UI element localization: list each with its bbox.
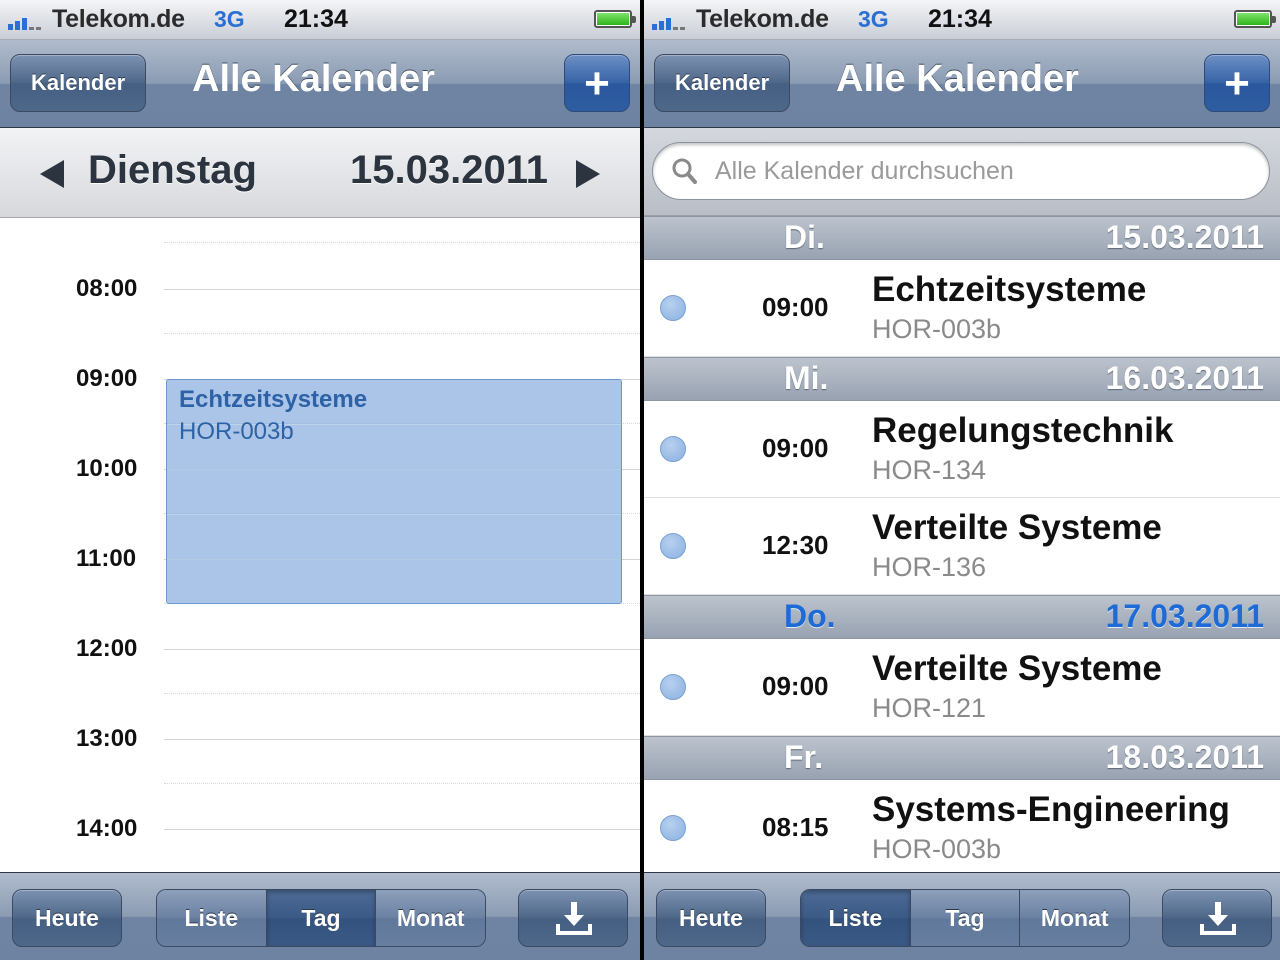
today-button[interactable]: Heute [12,889,122,947]
event-title: Verteilte Systeme [872,508,1162,547]
event-time: 09:00 [762,292,829,322]
view-segmented-control: Liste Tag Monat [800,889,1130,947]
section-weekday: Mi. [784,360,829,396]
weekday-label: Dienstag [88,148,257,192]
calendars-button[interactable]: Kalender [10,54,147,112]
calendar-color-dot-icon [660,815,686,841]
section-header: Mi. 16.03.2011 [644,357,1280,401]
plus-icon: + [1224,59,1250,108]
event-title: Systems-Engineering [872,790,1230,829]
day-view-screen: Telekom.de 3G 21:34 Kalender Alle Kalend… [0,0,640,960]
status-bar: Telekom.de 3G 21:34 [644,0,1280,40]
day-timeline[interactable]: 08:00 09:00 10:00 11:00 12:00 13:00 14:0… [0,219,640,872]
segment-list[interactable]: Liste [801,890,911,946]
navigation-bar: Kalender Alle Kalender + [644,40,1280,128]
network-type: 3G [858,6,889,32]
network-type: 3G [214,6,245,32]
carrier-name: Telekom.de [52,5,185,33]
event-time: 09:00 [762,671,829,701]
section-weekday: Fr. [784,739,824,775]
event-title: Verteilte Systeme [872,649,1162,688]
bottom-toolbar: Heute Liste Tag Monat [644,872,1280,960]
plus-icon: + [584,59,610,108]
hour-label: 08:00 [76,275,138,302]
segment-list[interactable]: Liste [157,890,267,946]
calendar-event[interactable]: Echtzeitsysteme HOR-003b [166,379,622,604]
list-view-screen: Telekom.de 3G 21:34 Kalender Alle Kalend… [644,0,1280,960]
search-bar: Alle Kalender durchsuchen [644,128,1280,216]
hour-label: 09:00 [76,365,138,392]
hour-label: 11:00 [76,545,137,572]
event-location: HOR-003b [872,314,1002,344]
page-title: Alle Kalender [192,58,435,100]
section-header: Di. 15.03.2011 [644,216,1280,260]
add-event-button[interactable]: + [564,54,630,112]
calendar-color-dot-icon [660,295,686,321]
previous-day-arrow-icon[interactable] [40,160,64,188]
event-location: HOR-134 [872,455,987,485]
segment-month[interactable]: Monat [376,890,485,946]
section-date: 18.03.2011 [1105,739,1264,775]
event-row[interactable]: 09:00 Verteilte Systeme HOR-121 [644,639,1280,736]
download-icon [1200,902,1236,935]
event-location: HOR-003b [872,834,1002,864]
hour-label: 12:00 [76,635,138,662]
event-row[interactable]: 12:30 Verteilte Systeme HOR-136 [644,498,1280,595]
section-weekday: Di. [784,219,825,255]
download-icon [556,902,592,935]
search-input[interactable]: Alle Kalender durchsuchen [652,142,1270,200]
event-title: Regelungstechnik [872,411,1174,450]
event-location: HOR-136 [872,552,987,582]
event-row[interactable]: 09:00 Echtzeitsysteme HOR-003b [644,260,1280,357]
segment-month[interactable]: Monat [1020,890,1129,946]
add-event-button[interactable]: + [1204,54,1270,112]
download-button[interactable] [1162,889,1272,947]
view-segmented-control: Liste Tag Monat [156,889,486,947]
navigation-bar: Kalender Alle Kalender + [0,40,640,128]
section-date: 17.03.2011 [1105,598,1264,634]
section-date: 16.03.2011 [1105,360,1264,396]
section-date: 15.03.2011 [1105,219,1264,255]
next-day-arrow-icon[interactable] [576,160,600,188]
battery-icon [1234,10,1276,28]
section-header: Fr. 18.03.2011 [644,736,1280,780]
search-placeholder: Alle Kalender durchsuchen [715,157,1014,185]
day-header: Dienstag 15.03.2011 [0,128,640,218]
page-title: Alle Kalender [836,58,1079,100]
calendar-color-dot-icon [660,674,686,700]
segment-day[interactable]: Tag [266,890,377,946]
calendar-color-dot-icon [660,533,686,559]
hour-label: 14:00 [76,815,138,842]
status-time: 21:34 [284,5,348,33]
signal-strength-icon [652,12,692,30]
calendar-color-dot-icon [660,436,686,462]
event-row[interactable]: 09:00 Regelungstechnik HOR-134 [644,401,1280,498]
event-time: 12:30 [762,530,829,560]
download-button[interactable] [518,889,628,947]
signal-strength-icon [8,12,48,30]
event-title: Echtzeitsysteme [179,386,368,413]
event-time: 09:00 [762,433,829,463]
event-location: HOR-003b [179,418,294,445]
section-header: Do. 17.03.2011 [644,595,1280,639]
segment-day[interactable]: Tag [910,890,1021,946]
event-row[interactable]: 08:15 Systems-Engineering HOR-003b [644,780,1280,872]
battery-icon [594,10,636,28]
section-weekday: Do. [784,598,836,634]
hour-label: 13:00 [76,725,138,752]
date-label: 15.03.2011 [350,148,548,192]
event-location: HOR-121 [872,693,987,723]
event-time: 08:15 [762,812,829,842]
bottom-toolbar: Heute Liste Tag Monat [0,872,640,960]
today-button[interactable]: Heute [656,889,766,947]
status-time: 21:34 [928,5,992,33]
status-bar: Telekom.de 3G 21:34 [0,0,640,40]
carrier-name: Telekom.de [696,5,829,33]
search-icon [672,158,697,184]
hour-label: 10:00 [76,455,138,482]
calendars-button[interactable]: Kalender [654,54,791,112]
event-list: Di. 15.03.2011 09:00 Echtzeitsysteme HOR-003… [644,216,1280,872]
event-title: Echtzeitsysteme [872,270,1147,309]
